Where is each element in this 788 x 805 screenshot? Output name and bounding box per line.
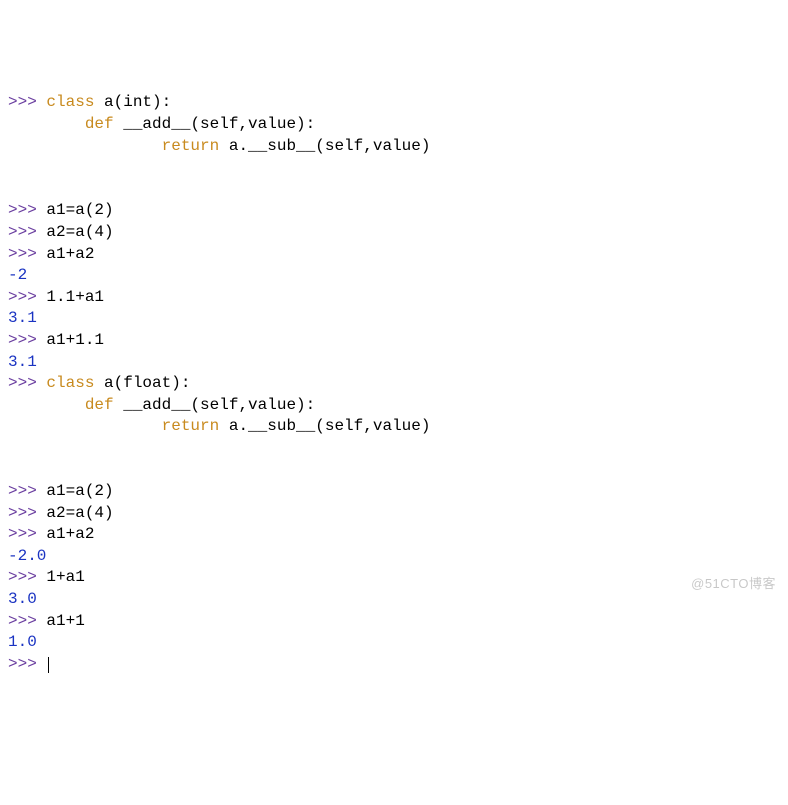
code-line: return a.__sub__(self,value) [8,416,780,438]
code-line: return a.__sub__(self,value) [8,136,780,158]
code-line [8,157,780,179]
indent [8,396,85,414]
code-line: >>> a2=a(4) [8,222,780,244]
keyword: return [162,417,220,435]
code-line: 3.0 [8,589,780,611]
keyword: def [85,115,114,133]
repl-prompt: >>> [8,288,46,306]
code-line: >>> a1+a2 [8,244,780,266]
repl-prompt: >>> [8,223,46,241]
code-text: __add__(self,value): [114,115,316,133]
code-text: a1+1.1 [46,331,104,349]
code-line: 3.1 [8,308,780,330]
code-line [8,459,780,481]
code-text: 1+a1 [46,568,84,586]
repl-prompt: >>> [8,655,46,673]
code-line: >>> [8,654,780,676]
code-line: >>> a1=a(2) [8,481,780,503]
keyword: class [46,374,94,392]
repl-prompt: >>> [8,525,46,543]
repl-prompt: >>> [8,374,46,392]
code-text: a1=a(2) [46,201,113,219]
code-line: >>> a1=a(2) [8,200,780,222]
code-line: >>> 1+a1 [8,567,780,589]
output-value: -2.0 [8,547,46,565]
code-line: >>> 1.1+a1 [8,287,780,309]
keyword: class [46,93,94,111]
output-value: 1.0 [8,633,37,651]
repl-prompt: >>> [8,245,46,263]
indent [8,417,162,435]
code-line: 1.0 [8,632,780,654]
text-cursor-icon [48,657,49,673]
repl-prompt: >>> [8,93,46,111]
code-text: a2=a(4) [46,504,113,522]
code-line: def __add__(self,value): [8,395,780,417]
output-value: 3.0 [8,590,37,608]
code-line: >>> class a(float): [8,373,780,395]
code-line: def __add__(self,value): [8,114,780,136]
code-line: 3.1 [8,352,780,374]
output-value: -2 [8,266,27,284]
repl-prompt: >>> [8,612,46,630]
code-line: -2 [8,265,780,287]
output-value: 3.1 [8,353,37,371]
indent [8,137,162,155]
code-text: a(float): [94,374,190,392]
code-text: __add__(self,value): [114,396,316,414]
code-line: >>> a1+1 [8,611,780,633]
code-text: a(int): [94,93,171,111]
output-value: 3.1 [8,309,37,327]
repl-prompt: >>> [8,504,46,522]
repl-prompt: >>> [8,331,46,349]
code-line: -2.0 [8,546,780,568]
repl-prompt: >>> [8,201,46,219]
keyword: return [162,137,220,155]
code-text: a1+1 [46,612,84,630]
code-text: a1=a(2) [46,482,113,500]
code-text: a.__sub__(self,value) [219,137,430,155]
code-line [8,179,780,201]
code-text: a.__sub__(self,value) [219,417,430,435]
code-text: 1.1+a1 [46,288,104,306]
repl-prompt: >>> [8,568,46,586]
code-line: >>> a1+1.1 [8,330,780,352]
code-text: a1+a2 [46,525,94,543]
indent [8,115,85,133]
repl-prompt: >>> [8,482,46,500]
code-text: a1+a2 [46,245,94,263]
code-line: >>> class a(int): [8,92,780,114]
code-line: >>> a2=a(4) [8,503,780,525]
code-line: >>> a1+a2 [8,524,780,546]
code-text: a2=a(4) [46,223,113,241]
python-repl-session: >>> class a(int): def __add__(self,value… [8,92,780,675]
keyword: def [85,396,114,414]
code-line [8,438,780,460]
